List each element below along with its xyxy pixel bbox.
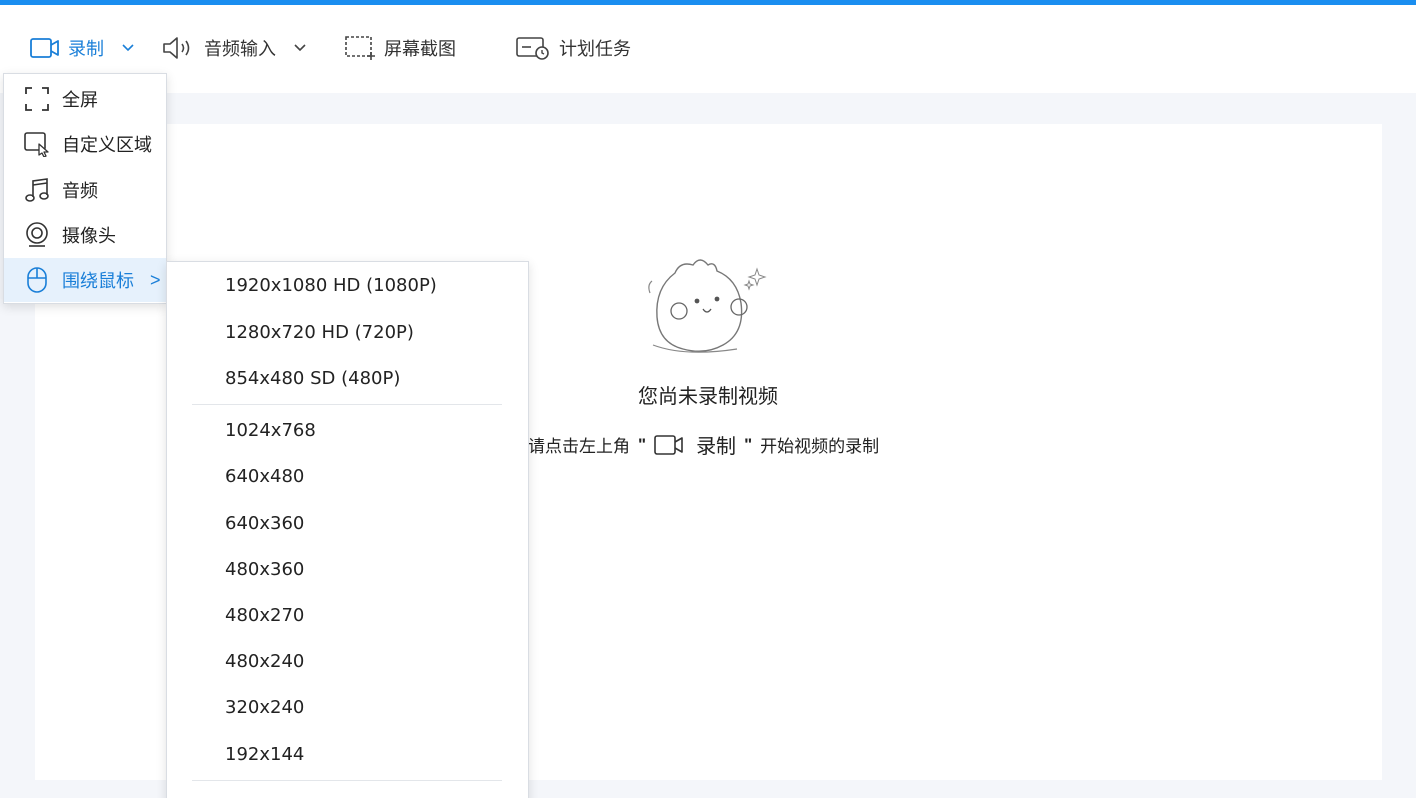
resolution-option[interactable]: 640x480 [167,456,528,496]
record-mode-menu: 全屏 自定义区域 音频 摄像头 围绕鼠标 > [3,73,167,304]
schedule-icon [516,37,549,60]
resolution-option[interactable]: 854x480 SD (480P) [167,358,528,398]
resolution-option[interactable]: 192x144 [167,734,528,774]
scheduled-task-button[interactable]: 计划任务 [515,31,631,65]
speaker-icon [163,37,190,59]
screenshot-button[interactable]: 屏幕截图 [344,31,456,65]
menu-item-fullscreen[interactable]: 全屏 [4,77,166,121]
empty-state-hint: 请点击左上角 " 录制 " 开始视频的录制 [528,430,879,459]
record-button[interactable]: 录制 [30,31,134,65]
screenshot-label: 屏幕截图 [384,39,456,59]
audio-input-button[interactable]: 音频输入 [162,31,306,65]
menu-item-around-mouse[interactable]: 围绕鼠标 > [4,258,166,302]
resolution-option[interactable]: 480x240 [167,641,528,681]
menu-item-label: 摄像头 [62,226,116,246]
menu-item-label: 全屏 [62,90,98,110]
toolbar: 录制 音频输入 屏幕截图 计划任务 [0,5,1416,93]
menu-item-audio[interactable]: 音频 [4,168,166,212]
resolution-option[interactable]: 480x270 [167,595,528,635]
mouse-icon [27,267,47,293]
submenu-divider [192,404,502,405]
empty-state-title: 您尚未录制视频 [638,386,778,408]
resolution-option[interactable]: 480x360 [167,549,528,589]
custom-area-icon [24,132,49,157]
screenshot-icon [345,36,375,60]
resolution-option[interactable]: 1920x1080 HD (1080P) [167,265,528,305]
webcam-icon [26,222,48,247]
audio-input-label: 音频输入 [204,39,276,59]
video-camera-icon [30,38,59,58]
video-camera-icon [654,434,683,455]
empty-mascot-illustration [648,259,767,353]
resolution-option[interactable]: 1024x768 [167,410,528,450]
record-label: 录制 [68,39,104,59]
resolution-submenu: 1920x1080 HD (1080P) 1280x720 HD (720P) … [166,261,529,798]
menu-item-label: 自定义区域 [62,135,152,155]
chevron-down-icon[interactable] [294,44,306,52]
hint-prefix: 请点击左上角 [528,437,630,456]
resolution-option[interactable]: 1280x720 HD (720P) [167,312,528,352]
submenu-divider [192,780,502,781]
scheduled-task-label: 计划任务 [559,39,631,59]
chevron-right-icon: > [150,269,161,290]
fullscreen-icon [25,87,49,111]
quote-open: " [638,434,647,454]
hint-suffix: 开始视频的录制 [760,437,880,456]
quote-close: " [744,434,753,454]
chevron-down-icon[interactable] [122,44,134,52]
resolution-option[interactable]: 640x360 [167,503,528,543]
resolution-option[interactable]: 320x240 [167,687,528,727]
menu-item-webcam[interactable]: 摄像头 [4,213,166,257]
menu-item-label: 音频 [62,181,98,201]
music-note-icon [25,178,49,202]
menu-item-custom-area[interactable]: 自定义区域 [4,122,166,166]
menu-item-label: 围绕鼠标 [62,271,134,291]
hint-record-word: 录制 [696,436,737,458]
